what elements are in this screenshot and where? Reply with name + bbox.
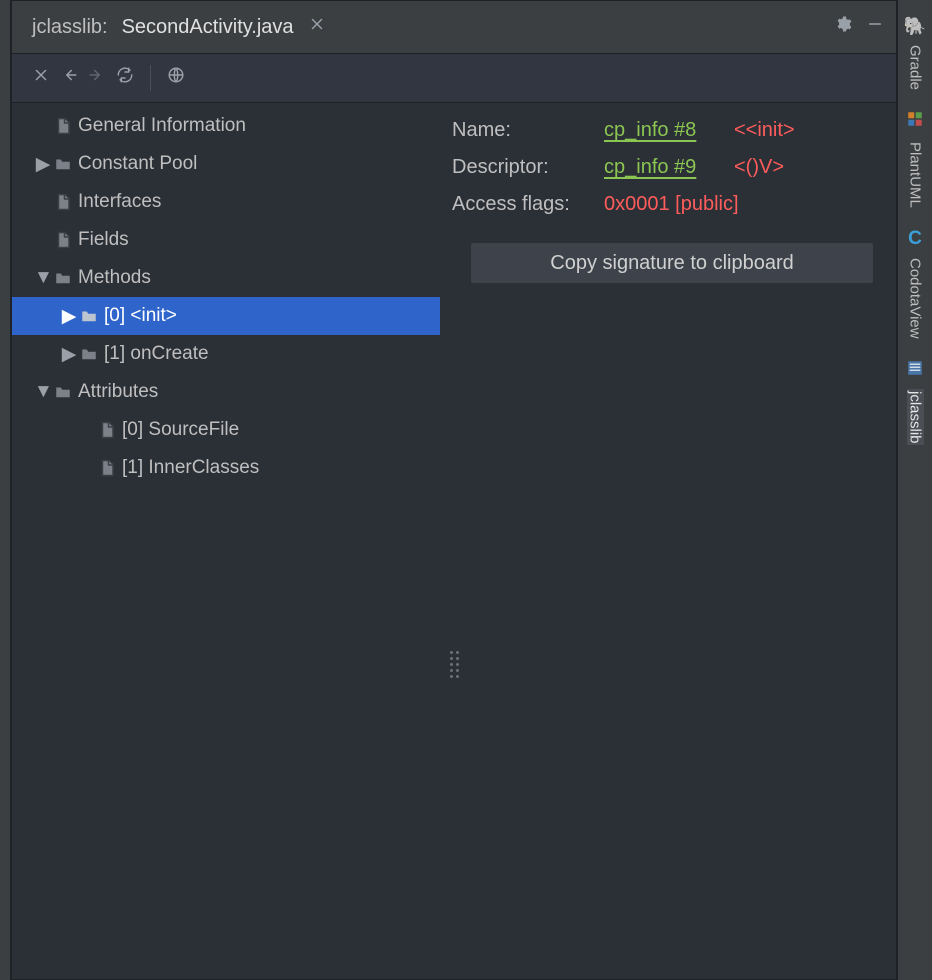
- file-icon: [52, 229, 74, 251]
- access-flags-value: 0x0001 [public]: [604, 193, 892, 216]
- chevron-right-icon[interactable]: ▶: [60, 343, 78, 366]
- chevron-right-icon[interactable]: ▶: [60, 305, 78, 328]
- name-label: Name:: [452, 119, 604, 142]
- rail-label: jclasslib: [907, 389, 924, 446]
- close-icon[interactable]: [32, 66, 50, 90]
- tree-node-methods[interactable]: ▼ Methods: [12, 259, 440, 297]
- folder-icon: [52, 269, 74, 287]
- minimize-icon[interactable]: [866, 15, 884, 39]
- folder-icon: [78, 307, 100, 325]
- tree-node-attr-innerclasses[interactable]: [1] InnerClasses: [12, 449, 440, 487]
- toolbar-separator: [150, 65, 151, 91]
- folder-icon: [78, 345, 100, 363]
- file-icon: [96, 419, 118, 441]
- tree-label: General Information: [74, 115, 246, 137]
- descriptor-label: Descriptor:: [452, 156, 604, 179]
- tree-label: [1] InnerClasses: [118, 457, 259, 479]
- file-tab[interactable]: SecondActivity.java: [122, 16, 294, 39]
- close-tab-icon[interactable]: [308, 15, 326, 39]
- tree-label: [0] SourceFile: [118, 419, 239, 441]
- tool-window-tabbar: jclasslib: SecondActivity.java: [12, 1, 896, 54]
- jclasslib-icon: [906, 359, 924, 383]
- tree-label: Methods: [74, 267, 151, 289]
- chevron-right-icon[interactable]: ▶: [34, 153, 52, 176]
- copy-signature-button[interactable]: Copy signature to clipboard: [470, 242, 875, 284]
- rail-item-jclasslib[interactable]: jclasslib: [906, 359, 924, 456]
- tree-label: [1] onCreate: [100, 343, 209, 365]
- rail-item-gradle[interactable]: 🐘 Gradle: [904, 16, 926, 102]
- splitter-handle[interactable]: [450, 651, 458, 681]
- rail-label: CodotaView: [907, 256, 924, 341]
- file-icon: [52, 191, 74, 213]
- chevron-down-icon[interactable]: ▼: [34, 381, 52, 403]
- right-tool-rail: 🐘 Gradle PlantUML C CodotaView jclasslib: [897, 0, 932, 980]
- forward-icon[interactable]: [88, 66, 106, 90]
- rail-item-plantuml[interactable]: PlantUML: [906, 110, 924, 220]
- tree-node-method-init[interactable]: ▶ [0] <init>: [12, 297, 440, 335]
- refresh-icon[interactable]: [116, 66, 134, 90]
- tree-label: Attributes: [74, 381, 158, 403]
- name-value: <<init>: [734, 119, 892, 142]
- toolbar: [12, 54, 896, 103]
- tree-node-attributes[interactable]: ▼ Attributes: [12, 373, 440, 411]
- folder-icon: [52, 383, 74, 401]
- tree-node-interfaces[interactable]: Interfaces: [12, 183, 440, 221]
- tree-node-general-info[interactable]: General Information: [12, 107, 440, 145]
- tree-node-constant-pool[interactable]: ▶ Constant Pool: [12, 145, 440, 183]
- name-link[interactable]: cp_info #8: [604, 119, 734, 142]
- tree-node-method-oncreate[interactable]: ▶ [1] onCreate: [12, 335, 440, 373]
- plantuml-icon: [906, 110, 924, 134]
- tool-window-title: jclasslib:: [32, 16, 108, 39]
- globe-icon[interactable]: [167, 66, 185, 90]
- tree-label: Constant Pool: [74, 153, 197, 175]
- file-icon: [52, 115, 74, 137]
- gear-icon[interactable]: [834, 15, 852, 39]
- chevron-down-icon[interactable]: ▼: [34, 267, 52, 289]
- back-icon[interactable]: [60, 66, 78, 90]
- structure-tree[interactable]: General Information ▶ Constant Pool Inte…: [12, 103, 440, 979]
- tree-node-attr-sourcefile[interactable]: [0] SourceFile: [12, 411, 440, 449]
- folder-icon: [52, 155, 74, 173]
- left-gutter: [0, 0, 11, 980]
- codota-icon: C: [908, 228, 922, 250]
- descriptor-link[interactable]: cp_info #9: [604, 156, 734, 179]
- gradle-icon: 🐘: [904, 16, 926, 37]
- tree-label: [0] <init>: [100, 305, 177, 327]
- descriptor-value: <()V>: [734, 156, 892, 179]
- detail-panel: Name: cp_info #8 <<init> Descriptor: cp_…: [440, 103, 896, 979]
- rail-label: PlantUML: [907, 140, 924, 210]
- tree-label: Fields: [74, 229, 129, 251]
- access-flags-label: Access flags:: [452, 193, 604, 216]
- tree-node-fields[interactable]: Fields: [12, 221, 440, 259]
- file-icon: [96, 457, 118, 479]
- rail-label: Gradle: [906, 43, 923, 92]
- tree-label: Interfaces: [74, 191, 161, 213]
- rail-item-codota[interactable]: C CodotaView: [907, 228, 924, 351]
